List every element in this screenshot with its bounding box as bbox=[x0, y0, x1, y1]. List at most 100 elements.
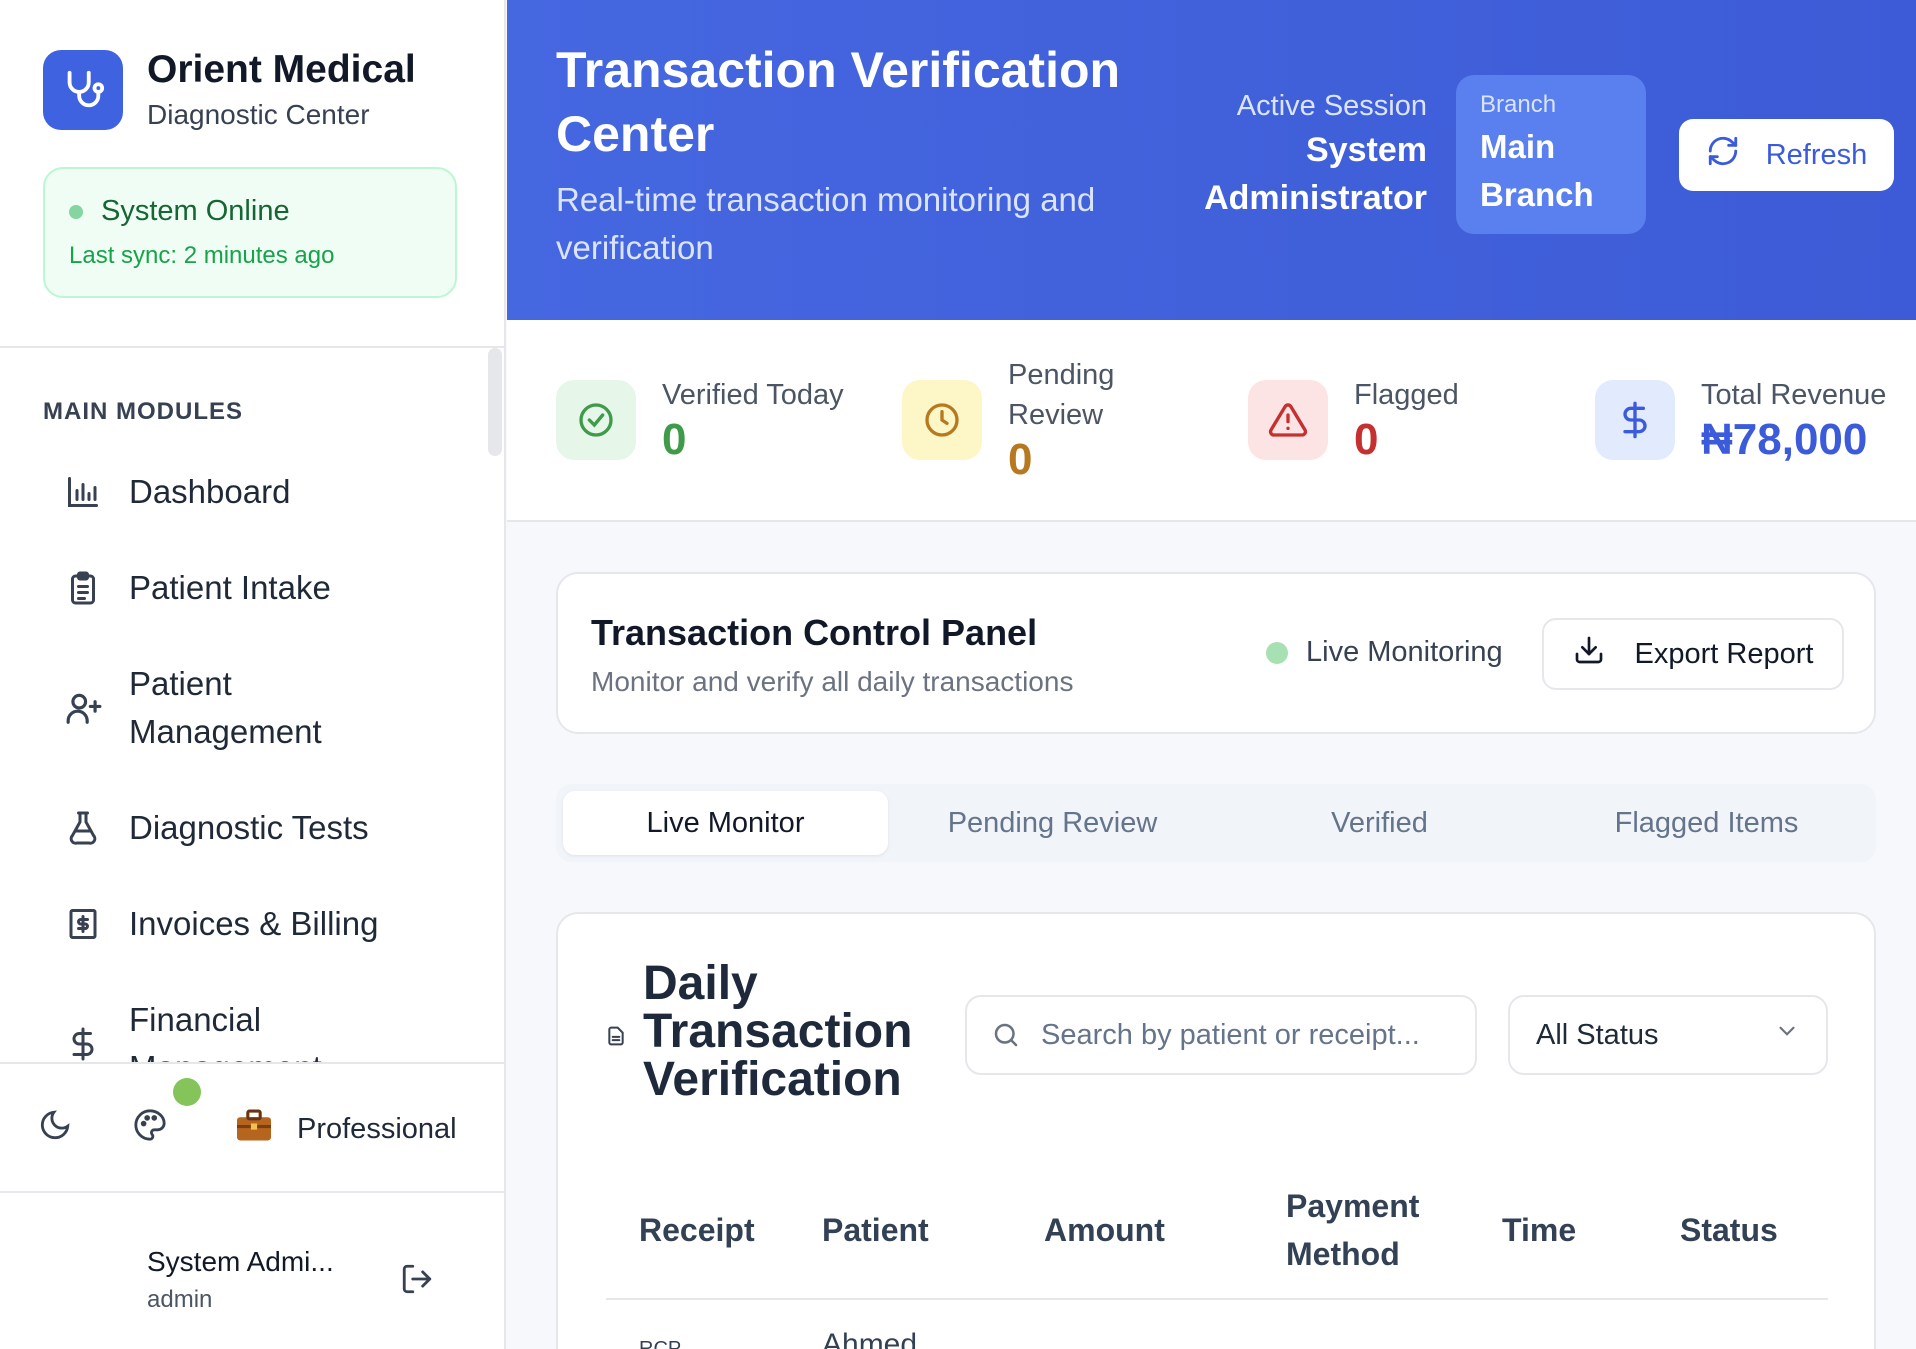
branch-label: Branch bbox=[1480, 91, 1557, 118]
theme-selector[interactable]: Professional bbox=[235, 1108, 457, 1150]
live-label: Live Monitoring bbox=[1306, 636, 1503, 668]
online-indicator bbox=[173, 1078, 201, 1106]
nav-section-heading: MAIN MODULES bbox=[43, 398, 243, 425]
page-subtitle: Real-time transaction monitoring and ver… bbox=[556, 181, 1096, 266]
column-header-status[interactable]: Status bbox=[1680, 1206, 1778, 1254]
status-title: System Online bbox=[101, 195, 290, 227]
sidebar-scrollbar[interactable] bbox=[488, 348, 502, 456]
column-header-time[interactable]: Time bbox=[1502, 1206, 1576, 1254]
tab-flagged-items[interactable]: Flagged Items bbox=[1544, 791, 1869, 855]
table-title: Daily Transaction Verification bbox=[643, 957, 913, 1106]
refresh-icon bbox=[1706, 134, 1740, 176]
system-status-card: System Online Last sync: 2 minutes ago bbox=[43, 167, 457, 298]
clipboard-icon bbox=[43, 570, 129, 606]
dollar-icon bbox=[43, 1026, 129, 1062]
export-report-button[interactable]: Export Report bbox=[1542, 618, 1844, 690]
stat-label: Flagged bbox=[1354, 379, 1459, 411]
sidebar-item-label: Invoices & Billing bbox=[129, 905, 379, 942]
logout-icon[interactable] bbox=[400, 1262, 434, 1301]
transaction-table-card: Daily Transaction Verification All Statu… bbox=[556, 912, 1876, 1349]
dollar-icon bbox=[1595, 380, 1675, 460]
flask-icon bbox=[43, 810, 129, 846]
page-title: Transaction Verification Center bbox=[556, 42, 1121, 162]
refresh-button[interactable]: Refresh bbox=[1679, 119, 1894, 191]
sidebar-item-label: Diagnostic Tests bbox=[129, 809, 369, 846]
brand-name: Orient Medical bbox=[147, 48, 416, 91]
search-icon bbox=[991, 1020, 1021, 1050]
search-input[interactable] bbox=[1041, 1018, 1461, 1052]
theme-label: Professional bbox=[297, 1112, 457, 1145]
stethoscope-icon bbox=[43, 50, 123, 130]
palette-icon[interactable] bbox=[133, 1108, 167, 1142]
download-icon bbox=[1573, 634, 1605, 674]
sidebar-item-label: Financial Management bbox=[129, 1001, 322, 1062]
sidebar-item-patient-management[interactable]: Patient Management bbox=[43, 660, 463, 756]
column-header-patient[interactable]: Patient bbox=[822, 1206, 929, 1254]
status-filter-value: All Status bbox=[1536, 1018, 1659, 1051]
status-dot bbox=[69, 204, 83, 219]
tab-bar: Live Monitor Pending Review Verified Fla… bbox=[556, 784, 1876, 862]
search-box[interactable] bbox=[965, 995, 1477, 1075]
moon-icon[interactable] bbox=[38, 1108, 72, 1142]
check-circle-icon bbox=[556, 380, 636, 460]
branch-card: Branch Main Branch bbox=[1456, 75, 1646, 234]
sidebar-item-patient-intake[interactable]: Patient Intake bbox=[43, 564, 463, 612]
brand-subtitle: Diagnostic Center bbox=[147, 99, 370, 130]
session-label: Active Session bbox=[1236, 90, 1427, 122]
stat-value: ₦78,000 bbox=[1701, 415, 1868, 464]
user-plus-icon bbox=[43, 689, 129, 727]
stat-flagged: Flagged 0 bbox=[1248, 320, 1459, 520]
sidebar-item-invoices-billing[interactable]: Invoices & Billing bbox=[43, 900, 463, 948]
clock-icon bbox=[902, 380, 982, 460]
last-sync-text: Last sync: 2 minutes ago bbox=[69, 242, 335, 269]
stat-label: Pending Review bbox=[1008, 359, 1115, 431]
sidebar: Orient Medical Diagnostic Center System … bbox=[0, 0, 506, 1349]
tab-live-monitor[interactable]: Live Monitor bbox=[563, 791, 888, 855]
sidebar-item-label: Dashboard bbox=[129, 473, 291, 510]
tab-pending-review[interactable]: Pending Review bbox=[890, 791, 1215, 855]
panel-subtitle: Monitor and verify all daily transaction… bbox=[591, 666, 1074, 697]
stat-label: Verified Today bbox=[662, 379, 844, 411]
bar-chart-icon bbox=[43, 474, 129, 510]
sidebar-item-diagnostic-tests[interactable]: Diagnostic Tests bbox=[43, 804, 463, 852]
stat-value: 0 bbox=[1354, 415, 1379, 464]
sidebar-tools: Professional bbox=[0, 1064, 504, 1192]
user-name: System Admi... bbox=[147, 1246, 334, 1277]
stat-value: 0 bbox=[1008, 435, 1033, 484]
sidebar-item-label: Patient Management bbox=[129, 665, 322, 750]
live-monitoring-indicator: Live Monitoring bbox=[1266, 636, 1503, 669]
live-dot bbox=[1266, 641, 1288, 664]
active-session: Active Session System Administrator bbox=[1197, 86, 1427, 222]
document-icon bbox=[606, 1026, 626, 1051]
export-label: Export Report bbox=[1634, 637, 1814, 670]
chevron-down-icon bbox=[1774, 1018, 1800, 1052]
sidebar-item-dashboard[interactable]: Dashboard bbox=[43, 468, 463, 516]
header-divider bbox=[606, 1298, 1828, 1300]
tab-verified[interactable]: Verified bbox=[1217, 791, 1542, 855]
stat-value: 0 bbox=[662, 415, 687, 464]
sidebar-item-financial-management[interactable]: Financial Management bbox=[43, 996, 463, 1062]
column-header-amount[interactable]: Amount bbox=[1044, 1206, 1165, 1254]
stat-total-revenue: Total Revenue ₦78,000 bbox=[1595, 320, 1886, 520]
patient-cell: Ahmed bbox=[822, 1328, 918, 1349]
column-header-payment-method[interactable]: Payment Method bbox=[1286, 1182, 1446, 1278]
receipt-cell: RCP bbox=[639, 1338, 682, 1349]
warning-icon bbox=[1248, 380, 1328, 460]
column-header-receipt[interactable]: Receipt bbox=[639, 1206, 755, 1254]
brand[interactable]: Orient Medical Diagnostic Center bbox=[43, 47, 416, 133]
page-header: Transaction Verification Center Real-tim… bbox=[507, 0, 1916, 320]
sidebar-nav[interactable]: MAIN MODULES Dashboard Patient Intake Pa… bbox=[0, 348, 504, 1062]
stat-verified-today: Verified Today 0 bbox=[556, 320, 844, 520]
divider bbox=[0, 1191, 504, 1193]
refresh-label: Refresh bbox=[1765, 138, 1868, 171]
sidebar-item-label: Patient Intake bbox=[129, 569, 331, 606]
receipt-icon bbox=[43, 906, 129, 942]
user-role: admin bbox=[147, 1286, 213, 1313]
transaction-control-panel: Transaction Control Panel Monitor and ve… bbox=[556, 572, 1876, 734]
status-filter-select[interactable]: All Status bbox=[1508, 995, 1828, 1075]
panel-title: Transaction Control Panel bbox=[591, 612, 1038, 653]
branch-value: Main Branch bbox=[1480, 128, 1594, 213]
stat-pending-review: Pending Review 0 bbox=[902, 320, 1128, 520]
briefcase-icon bbox=[235, 1108, 273, 1150]
session-user: System Administrator bbox=[1204, 131, 1427, 217]
